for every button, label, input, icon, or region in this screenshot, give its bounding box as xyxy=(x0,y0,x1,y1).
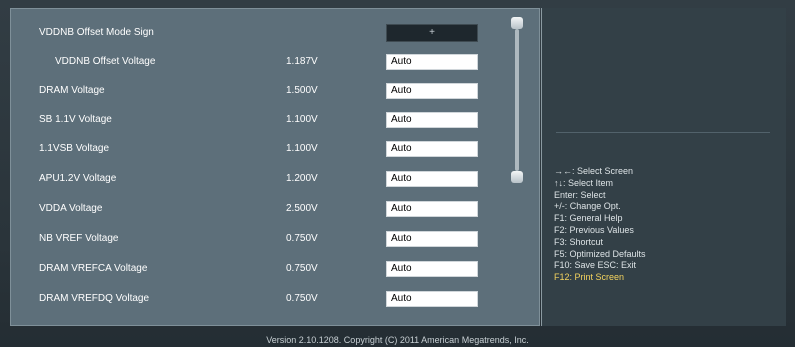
scroll-track[interactable] xyxy=(515,29,519,171)
help-line-select-screen: →←: Select Screen xyxy=(554,166,634,176)
setting-label: APU1.2V Voltage xyxy=(39,173,117,184)
setting-row-1-1vsb-voltage[interactable]: 1.1VSB Voltage 1.100V Auto xyxy=(11,139,511,161)
version-footer: Version 2.10.1208. Copyright (C) 2011 Am… xyxy=(266,335,529,345)
setting-label: NB VREF Voltage xyxy=(39,233,119,244)
help-divider xyxy=(556,132,770,133)
setting-label: DRAM VREFCA Voltage xyxy=(39,263,148,274)
help-panel: →←: Select Screen ↑↓: Select Item Enter:… xyxy=(541,8,786,326)
current-value: 1.200V xyxy=(286,173,318,184)
setting-label: 1.1VSB Voltage xyxy=(39,143,110,154)
settings-panel: VDDNB Offset Mode Sign + VDDNB Offset Vo… xyxy=(10,8,540,326)
bios-screen: VDDNB Offset Mode Sign + VDDNB Offset Vo… xyxy=(0,0,795,347)
current-value: 2.500V xyxy=(286,203,318,214)
dram-vrefca-voltage-input[interactable]: Auto xyxy=(386,261,478,277)
current-value: 0.750V xyxy=(286,233,318,244)
setting-label: VDDNB Offset Voltage xyxy=(55,56,156,67)
help-line-select-item: ↑↓: Select Item xyxy=(554,177,614,188)
scroll-thumb-bottom-icon[interactable] xyxy=(511,171,523,183)
setting-row-vddnb-offset-voltage[interactable]: VDDNB Offset Voltage 1.187V Auto xyxy=(11,52,511,74)
setting-row-dram-vrefca-voltage[interactable]: DRAM VREFCA Voltage 0.750V Auto xyxy=(11,259,511,281)
current-value: 1.500V xyxy=(286,85,318,96)
help-line-print-screen: F12: Print Screen xyxy=(554,272,625,283)
dram-voltage-input[interactable]: Auto xyxy=(386,83,478,99)
help-line-save-exit: F10: Save ESC: Exit xyxy=(554,260,637,271)
setting-row-apu1-2v-voltage[interactable]: APU1.2V Voltage 1.200V Auto xyxy=(11,169,511,191)
sb-1-1v-voltage-input[interactable]: Auto xyxy=(386,112,478,128)
dram-vrefdq-voltage-input[interactable]: Auto xyxy=(386,291,478,307)
nb-vref-voltage-input[interactable]: Auto xyxy=(386,231,478,247)
vdda-voltage-input[interactable]: Auto xyxy=(386,201,478,217)
item-help-area xyxy=(552,18,774,128)
help-line-previous-values: F2: Previous Values xyxy=(554,224,634,235)
help-line-optimized-defaults: F5: Optimized Defaults xyxy=(554,248,646,259)
setting-row-nb-vref-voltage[interactable]: NB VREF Voltage 0.750V Auto xyxy=(11,229,511,251)
key-help-list: →←: Select Screen ↑↓: Select Item Enter:… xyxy=(554,166,774,284)
setting-row-sb-1-1v-voltage[interactable]: SB 1.1V Voltage 1.100V Auto xyxy=(11,110,511,132)
1-1vsb-voltage-input[interactable]: Auto xyxy=(386,141,478,157)
setting-row-dram-voltage[interactable]: DRAM Voltage 1.500V Auto xyxy=(11,81,511,103)
offset-sign-button[interactable]: + xyxy=(386,24,478,42)
vddnb-offset-voltage-input[interactable]: Auto xyxy=(386,54,478,70)
help-line-shortcut: F3: Shortcut xyxy=(554,236,604,247)
setting-label: VDDA Voltage xyxy=(39,203,103,214)
setting-row-vdda-voltage[interactable]: VDDA Voltage 2.500V Auto xyxy=(11,199,511,221)
current-value: 0.750V xyxy=(286,263,318,274)
current-value: 0.750V xyxy=(286,293,318,304)
apu1-2v-voltage-input[interactable]: Auto xyxy=(386,171,478,187)
scroll-thumb-top-icon[interactable] xyxy=(511,17,523,29)
setting-label: SB 1.1V Voltage xyxy=(39,114,112,125)
current-value: 1.187V xyxy=(286,56,318,67)
setting-label: DRAM Voltage xyxy=(39,85,105,96)
setting-label: DRAM VREFDQ Voltage xyxy=(39,293,150,304)
setting-label: VDDNB Offset Mode Sign xyxy=(39,27,154,38)
help-line-general-help: F1: General Help xyxy=(554,213,623,224)
help-line-enter: Enter: Select xyxy=(554,189,606,200)
setting-row-dram-vrefdq-voltage[interactable]: DRAM VREFDQ Voltage 0.750V Auto xyxy=(11,289,511,311)
help-line-change-opt: +/-: Change Opt. xyxy=(554,201,621,212)
setting-row-vddnb-offset-mode-sign[interactable]: VDDNB Offset Mode Sign + xyxy=(11,23,511,45)
vertical-scrollbar[interactable] xyxy=(511,17,523,183)
current-value: 1.100V xyxy=(286,114,318,125)
current-value: 1.100V xyxy=(286,143,318,154)
